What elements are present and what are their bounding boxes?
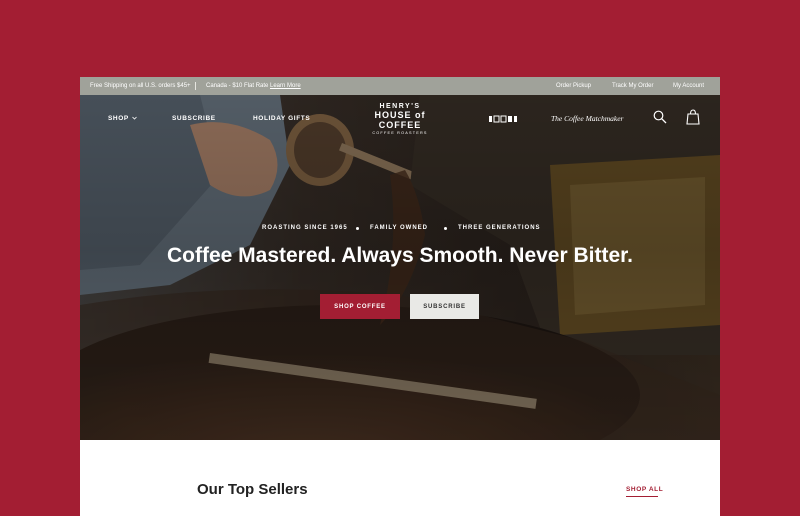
coffee-matchmaker-link[interactable]: The Coffee Matchmaker: [551, 114, 623, 123]
browser-page: Free Shipping on all U.S. orders $45+ Ca…: [80, 77, 720, 516]
nav-coffee-icon[interactable]: [489, 115, 519, 125]
kicker-separator: [356, 227, 359, 230]
hero-headline: Coffee Mastered. Always Smooth. Never Bi…: [166, 244, 634, 267]
coffee-icon: [489, 115, 517, 123]
nav-shop[interactable]: SHOP: [108, 115, 137, 122]
utility-bar: Free Shipping on all U.S. orders $45+ Ca…: [80, 77, 720, 95]
kicker-family-owned: FAMILY OWNED: [370, 225, 429, 231]
track-order-link[interactable]: Track My Order: [612, 83, 653, 89]
utility-divider: [195, 82, 196, 90]
nav-holiday-gifts[interactable]: HOLIDAY GIFTS: [253, 115, 310, 122]
site-logo[interactable]: HENRY'S HOUSE of COFFEE COFFEE ROASTERS: [356, 103, 444, 135]
search-icon[interactable]: [653, 110, 667, 124]
nav-subscribe[interactable]: SUBSCRIBE: [172, 115, 216, 122]
top-sellers-title: Our Top Sellers: [197, 481, 308, 498]
learn-more-link[interactable]: Learn More: [270, 83, 301, 89]
kicker-three-generations: THREE GENERATIONS: [458, 225, 541, 231]
hero-banner: SHOP SUBSCRIBE HOLIDAY GIFTS HENRY'S HOU…: [80, 95, 720, 440]
free-shipping-notice: Free Shipping on all U.S. orders $45+: [90, 83, 191, 89]
canada-shipping-notice: Canada - $10 Flat Rate: [206, 83, 269, 89]
shop-all-link[interactable]: SHOP ALL: [626, 486, 663, 493]
kicker-roasting-since: ROASTING SINCE 1965: [262, 225, 348, 231]
chevron-down-icon: [132, 116, 137, 120]
nav-shop-label: SHOP: [108, 115, 129, 122]
kicker-separator: [444, 227, 447, 230]
shop-coffee-button[interactable]: SHOP COFFEE: [320, 294, 400, 319]
shopping-bag-icon[interactable]: [686, 109, 700, 125]
logo-line-2: HOUSE of COFFEE: [374, 110, 426, 130]
my-account-link[interactable]: My Account: [673, 83, 704, 89]
shop-all-underline: [626, 496, 658, 497]
logo-line-3: COFFEE ROASTERS: [372, 131, 428, 135]
subscribe-button[interactable]: SUBSCRIBE: [410, 294, 479, 319]
logo-line-1: HENRY'S: [379, 103, 421, 110]
order-pickup-link[interactable]: Order Pickup: [556, 83, 591, 89]
